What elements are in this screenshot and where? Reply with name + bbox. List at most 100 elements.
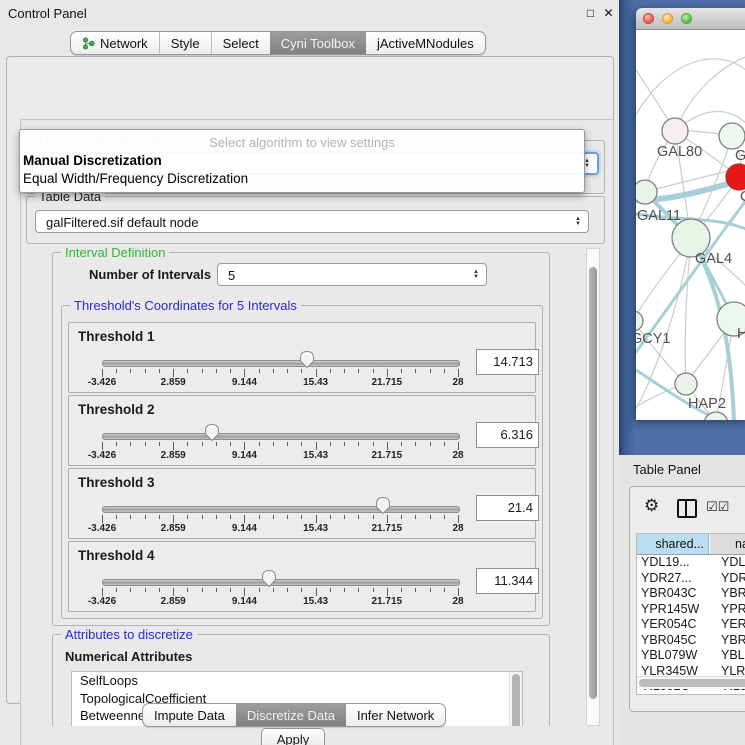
combo-arrows-icon: ▲▼: [473, 264, 479, 285]
node-label: H: [737, 326, 745, 342]
interval-definition-group: Interval Definition Number of Intervals …: [52, 252, 550, 626]
attribute-item-selfloops[interactable]: SelfLoops: [72, 672, 522, 690]
cell-name: YBR0: [721, 633, 745, 649]
node-label: HAP2: [688, 396, 726, 412]
app-root: Control Panel □ ✕ Network Style Select Cyni…: [0, 0, 745, 745]
table-row[interactable]: YPR145W YPR1: [637, 602, 745, 618]
tab-label: Infer Network: [357, 708, 434, 723]
zoom-traffic-light-icon[interactable]: [681, 13, 692, 24]
cell-name: YPR1: [721, 602, 745, 618]
minimize-traffic-light-icon[interactable]: [662, 13, 673, 24]
node-label: GAL11: [637, 208, 681, 224]
tab-infer-network[interactable]: Infer Network: [346, 704, 445, 726]
network-edge: [675, 56, 745, 131]
num-intervals-select[interactable]: 5 ▲▼: [217, 263, 487, 286]
network-node-hap2[interactable]: [675, 373, 697, 395]
threshold-value-field[interactable]: 21.4: [476, 495, 539, 521]
threshold-label: Threshold 2: [78, 402, 155, 417]
table-data-select[interactable]: galFiltered.sif default node ▲▼: [35, 210, 589, 233]
scrollbar-thumb[interactable]: [639, 679, 745, 687]
network-node-c[interactable]: [726, 164, 745, 190]
scrollbar-thumb[interactable]: [512, 674, 520, 726]
slider-track[interactable]: [102, 360, 460, 367]
select-columns-icon[interactable]: ☑☑: [706, 499, 729, 515]
threshold-label: Threshold 1: [78, 329, 155, 344]
slider-thumb[interactable]: [375, 496, 391, 515]
cell-shared-name: YPR145W: [641, 602, 699, 618]
tab-label: Network: [100, 36, 148, 51]
cell-shared-name: YBR043C: [641, 586, 697, 602]
network-node-gcy1[interactable]: [636, 311, 643, 331]
threshold-value-field[interactable]: 14.713: [476, 349, 539, 375]
gear-icon[interactable]: ⚙: [644, 497, 659, 515]
network-graph: GAL80GACGAL11GAL4GCY1HHAP2: [636, 30, 745, 420]
slider-thumb[interactable]: [261, 569, 277, 588]
slider-track[interactable]: [102, 579, 460, 586]
network-view[interactable]: GAL80GACGAL11GAL4GCY1HHAP2: [636, 30, 745, 420]
columns-icon[interactable]: [677, 499, 697, 518]
threshold-value-field[interactable]: 6.316: [476, 422, 539, 448]
table-panel: Table Panel ⚙ ☑☑ shared... na YDL19...YD…: [619, 455, 745, 745]
slider-track[interactable]: [102, 433, 460, 440]
numerical-attributes-label: Numerical Attributes: [65, 649, 192, 664]
slider-thumb[interactable]: [204, 423, 220, 442]
table-header: shared... na: [637, 534, 745, 555]
close-traffic-light-icon[interactable]: [643, 13, 654, 24]
tab-network[interactable]: Network: [71, 32, 159, 54]
slider-thumb[interactable]: [299, 350, 315, 369]
slider-track[interactable]: [102, 506, 460, 513]
node-label: GAL80: [657, 144, 702, 160]
tab-jactivemnodules[interactable]: jActiveMNodules: [366, 32, 485, 54]
tab-label: Select: [223, 36, 259, 51]
network-edge: [636, 59, 745, 126]
table-hscrollbar[interactable]: [637, 676, 745, 689]
cell-shared-name: YDR27...: [641, 571, 692, 587]
float-window-icon[interactable]: □: [583, 6, 598, 21]
threshold-label: Threshold 4: [78, 548, 155, 563]
cyni-toolbox-panel: Discretization Algorithm ▲▼ Select algor…: [6, 56, 614, 704]
threshold-value-field[interactable]: 11.344: [476, 568, 539, 594]
table-row[interactable]: YDL19...YDL1: [637, 555, 745, 571]
threshold-coords-group: Threshold's Coordinates for 5 Intervals …: [61, 305, 543, 619]
cell-name: YBR0: [721, 586, 745, 602]
attributes-scrollbar[interactable]: [509, 672, 522, 726]
scrollbar-thumb[interactable]: [589, 267, 597, 699]
tab-label: Cyni Toolbox: [281, 36, 355, 51]
tab-cyni-toolbox[interactable]: Cyni Toolbox: [270, 32, 366, 54]
network-window-titlebar[interactable]: [636, 8, 745, 30]
algorithm-option-manual-discretization[interactable]: Manual Discretization: [20, 152, 584, 170]
tab-label: Style: [171, 36, 200, 51]
interval-group-title: Interval Definition: [61, 248, 169, 260]
table-data-group: Table Data galFiltered.sif default node …: [26, 196, 605, 244]
algorithm-option-equal-width-frequency-discretization[interactable]: Equal Width/Frequency Discretization: [20, 170, 584, 188]
tab-label: Discretize Data: [247, 708, 335, 723]
node-table[interactable]: shared... na YDL19...YDL1YDR27...YDR2YBR…: [636, 533, 745, 695]
apply-button[interactable]: Apply: [261, 728, 325, 745]
column-header-name[interactable]: na: [710, 534, 745, 554]
slider-tick-labels: -3.4262.8599.14415.4321.71528: [102, 377, 458, 389]
cell-name: YDR2: [721, 571, 745, 587]
tab-select[interactable]: Select: [211, 32, 270, 54]
tab-discretize-data[interactable]: Discretize Data: [236, 704, 346, 726]
table-row[interactable]: YDR27... YDR2: [637, 571, 745, 587]
network-node-ga[interactable]: [719, 123, 745, 149]
slider-tick-labels: -3.4262.8599.14415.4321.71528: [102, 523, 458, 535]
panel-title: Control Panel: [8, 6, 87, 21]
network-node-gal11[interactable]: [636, 180, 657, 204]
threshold-panel-3: Threshold 3-3.4262.8599.14415.4321.71528…: [68, 468, 536, 539]
node-table-panel: ⚙ ☑☑ shared... na YDL19...YDL1YDR27...YD…: [629, 486, 745, 712]
control-panel: Control Panel □ ✕ Network Style Select Cyni…: [0, 0, 619, 745]
close-icon[interactable]: ✕: [601, 6, 616, 21]
table-row[interactable]: YBL079WYBL0: [637, 648, 745, 664]
column-header-shared-name[interactable]: shared...: [637, 534, 709, 554]
threshold-panel-2: Threshold 2-3.4262.8599.14415.4321.71528…: [68, 395, 536, 466]
tab-style[interactable]: Style: [159, 32, 211, 54]
tab-impute-data[interactable]: Impute Data: [143, 704, 236, 726]
table-row[interactable]: YER054CYER0: [637, 617, 745, 633]
table-row[interactable]: YBR043C YBR0: [637, 586, 745, 602]
settings-scrollbar[interactable]: [586, 248, 600, 726]
attributes-group-title: Attributes to discretize: [61, 627, 197, 642]
table-row[interactable]: YBR045CYBR0: [637, 633, 745, 649]
slider-tick-labels: -3.4262.8599.14415.4321.71528: [102, 596, 458, 608]
network-node-gal80[interactable]: [662, 118, 688, 144]
